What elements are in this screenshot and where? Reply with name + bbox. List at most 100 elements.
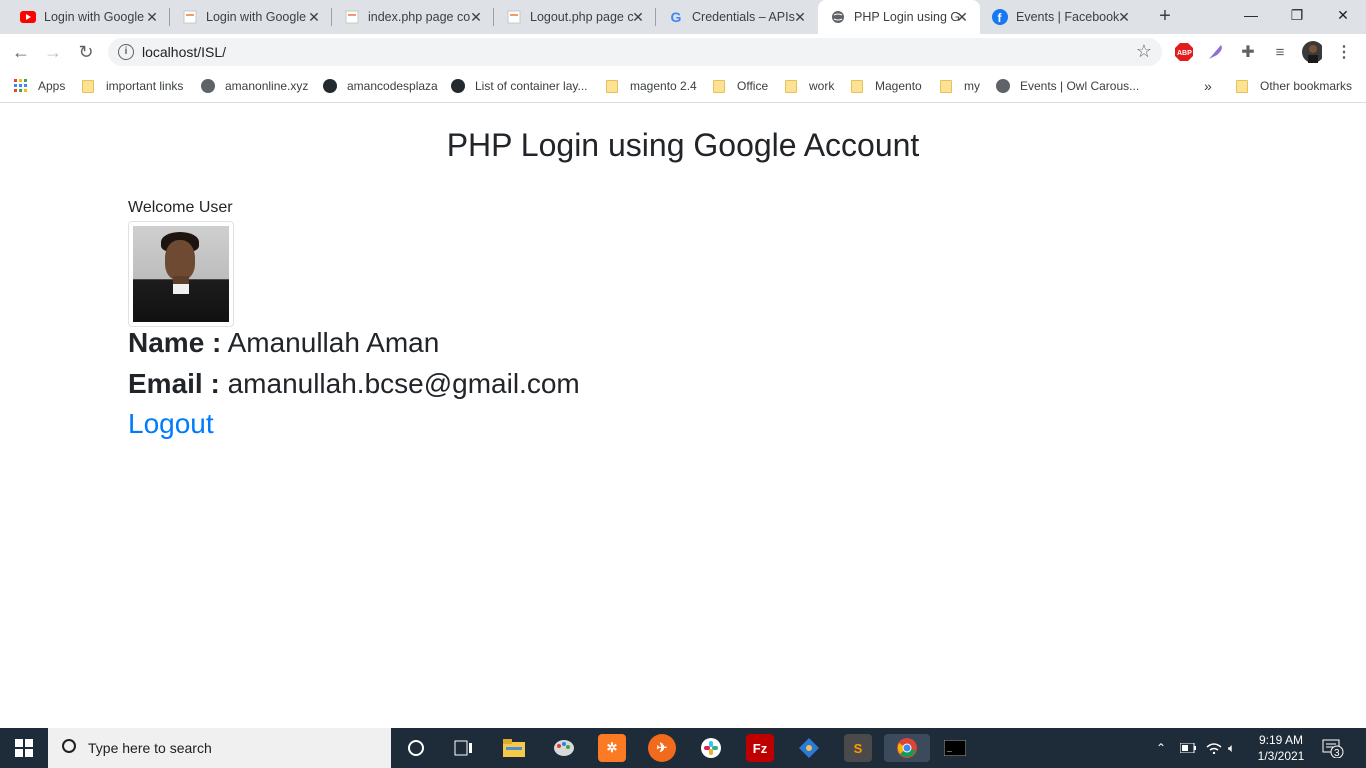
svg-text:_: _	[946, 745, 952, 754]
tab-3[interactable]: Logout.php page c ✕	[494, 0, 656, 34]
volume-icon[interactable]: 🔈︎	[1228, 728, 1235, 768]
star-icon[interactable]: ☆	[1136, 41, 1152, 62]
task-view-icon[interactable]	[450, 734, 478, 762]
bookmark-important-links[interactable]: important links	[82, 76, 183, 96]
bookmark-office[interactable]: Office	[713, 76, 768, 96]
address-bar[interactable]: i localhost/ISL/ ☆	[108, 38, 1162, 66]
terminal-icon[interactable]: _	[941, 734, 969, 762]
folder-icon	[940, 79, 952, 93]
bookmark-label: magento 2.4	[630, 79, 697, 93]
show-hidden-icons-icon[interactable]: ⌃	[1156, 728, 1166, 768]
extensions-puzzle-icon[interactable]: ✚	[1238, 42, 1258, 62]
logout-link[interactable]: Logout	[128, 408, 214, 440]
tab-title: Login with Google	[44, 10, 145, 24]
clock-date: 1/3/2021	[1257, 749, 1305, 763]
reload-icon[interactable]: ↻	[74, 40, 98, 64]
bookmark-magento-24[interactable]: magento 2.4	[606, 76, 697, 96]
close-window-icon[interactable]: ✕	[1320, 0, 1366, 30]
bookmark-my[interactable]: my	[940, 76, 980, 96]
slack-icon[interactable]	[697, 734, 725, 762]
browser-chrome: Login with Google ✕ Login with Google ✕ …	[0, 0, 1366, 103]
tab-4[interactable]: G Credentials – APIs ✕	[656, 0, 818, 34]
adblock-label: ABP	[1177, 50, 1192, 57]
back-icon[interactable]: ←	[9, 40, 33, 64]
tab-title: index.php page co	[368, 10, 471, 24]
github-icon	[451, 79, 465, 93]
notification-count: 3	[1334, 748, 1340, 759]
tab-1[interactable]: Login with Google ✕	[170, 0, 332, 34]
folder-icon	[851, 79, 863, 93]
tab-title: Logout.php page c	[530, 10, 634, 24]
taskbar-search-input[interactable]: Type here to search	[48, 728, 391, 768]
apps-grid-icon	[14, 79, 28, 93]
url-text[interactable]: localhost/ISL/	[142, 44, 226, 60]
clock-time: 9:19 AM	[1258, 733, 1304, 747]
email-label: Email :	[128, 368, 220, 399]
bookmark-amanonline[interactable]: amanonline.xyz	[201, 76, 308, 96]
feather-icon[interactable]	[1206, 42, 1226, 62]
other-bookmarks[interactable]: Other bookmarks	[1236, 76, 1352, 96]
bookmarks-overflow-icon[interactable]: »	[1204, 76, 1212, 96]
name-label: Name :	[128, 327, 222, 358]
page-icon	[506, 9, 522, 25]
close-icon[interactable]: ✕	[1116, 9, 1132, 25]
close-icon[interactable]: ✕	[306, 9, 322, 25]
tab-5-active[interactable]: PHP Login using G ✕	[818, 0, 980, 34]
close-icon[interactable]: ✕	[468, 9, 484, 25]
avatar	[128, 221, 234, 327]
sourcetree-icon[interactable]	[795, 734, 823, 762]
info-icon[interactable]: i	[118, 44, 134, 60]
cortana-icon[interactable]	[402, 734, 430, 762]
sublime-text-icon[interactable]: S	[844, 734, 872, 762]
bookmark-label: Events | Owl Carous...	[1020, 79, 1140, 93]
postman-icon[interactable]: ✈	[648, 734, 676, 762]
page-icon	[182, 9, 198, 25]
browser-toolbar: ← → ↻ i localhost/ISL/ ☆ ABP ✚ ≡ ⋮	[0, 34, 1366, 70]
paint-icon[interactable]	[550, 734, 578, 762]
filezilla-icon[interactable]: Fz	[746, 734, 774, 762]
search-icon	[62, 739, 76, 753]
close-icon[interactable]: ✕	[144, 9, 160, 25]
bookmark-magento[interactable]: Magento	[851, 76, 922, 96]
tab-6[interactable]: f Events | Facebook ✕	[980, 0, 1142, 34]
adblock-icon[interactable]: ABP	[1174, 42, 1194, 62]
wifi-icon[interactable]	[1206, 728, 1222, 768]
windows-start-icon[interactable]	[0, 728, 48, 768]
close-icon[interactable]: ✕	[954, 9, 970, 25]
bookmark-owl-carousel[interactable]: Events | Owl Carous...	[996, 76, 1139, 96]
xampp-icon[interactable]: ✲	[598, 734, 626, 762]
file-explorer-icon[interactable]	[500, 734, 528, 762]
bookmark-label: work	[809, 79, 835, 93]
folder-icon	[785, 79, 797, 93]
clock[interactable]: 9:19 AM 1/3/2021	[1250, 732, 1312, 764]
new-tab-icon[interactable]: +	[1154, 6, 1176, 28]
bookmark-apps[interactable]: Apps	[14, 76, 65, 96]
bookmark-container-layout[interactable]: List of container lay...	[451, 76, 588, 96]
forward-icon[interactable]: →	[41, 40, 65, 64]
minimize-icon[interactable]: —	[1228, 0, 1274, 30]
search-placeholder: Type here to search	[88, 740, 212, 756]
battery-icon[interactable]	[1180, 728, 1196, 768]
email-value: amanullah.bcse@gmail.com	[227, 368, 580, 399]
close-icon[interactable]: ✕	[792, 9, 808, 25]
media-control-icon[interactable]: ≡	[1270, 42, 1290, 62]
close-icon[interactable]: ✕	[630, 9, 646, 25]
page-icon	[344, 9, 360, 25]
google-icon: G	[670, 9, 682, 25]
globe-icon	[996, 79, 1010, 93]
tab-0[interactable]: Login with Google ✕	[8, 0, 170, 34]
menu-kebab-icon[interactable]: ⋮	[1334, 42, 1354, 62]
notification-center-icon[interactable]: 3	[1322, 728, 1344, 768]
bookmark-label: Office	[737, 79, 769, 93]
profile-avatar-icon[interactable]	[1302, 41, 1322, 63]
tab-2[interactable]: index.php page co ✕	[332, 0, 494, 34]
globe-icon	[201, 79, 215, 93]
page-content: PHP Login using Google Account Welcome U…	[0, 103, 1366, 728]
bookmark-label: amancodesplaza	[347, 79, 438, 93]
folder-icon	[82, 79, 94, 93]
bookmark-work[interactable]: work	[785, 76, 834, 96]
bookmark-amancodesplaza[interactable]: amancodesplaza	[323, 76, 438, 96]
restore-icon[interactable]: ❐	[1274, 0, 1320, 30]
photo-face	[165, 240, 195, 280]
chrome-taskbar-icon[interactable]	[884, 734, 930, 762]
